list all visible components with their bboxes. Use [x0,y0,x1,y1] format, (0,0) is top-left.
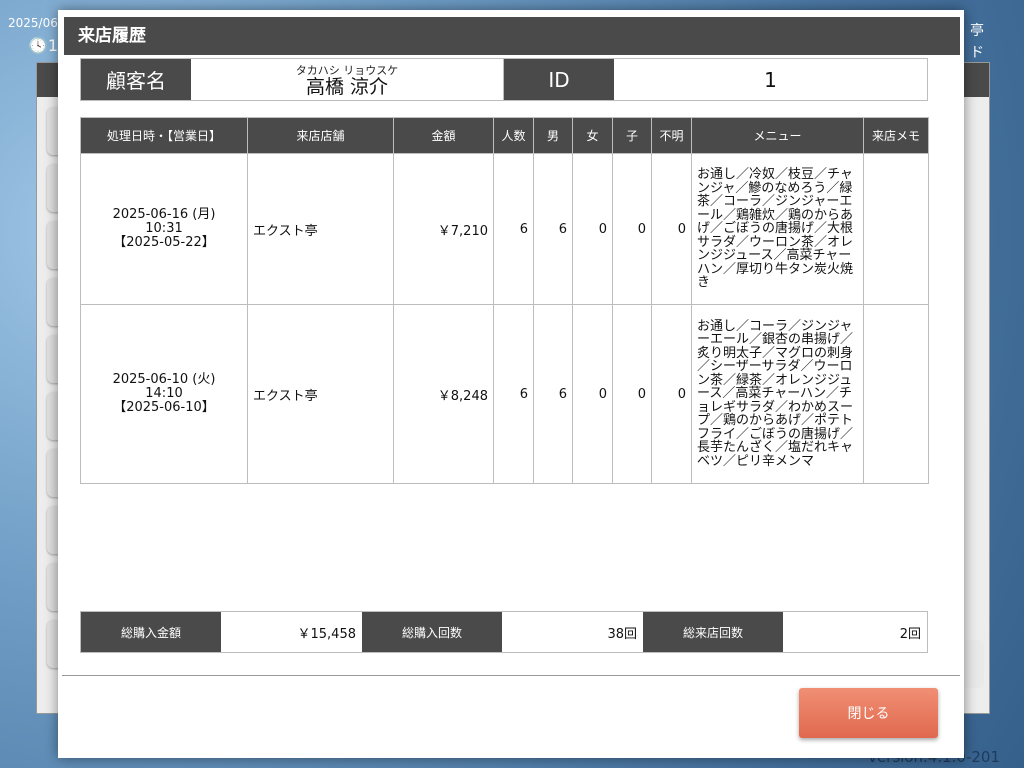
background-store-info: 亭 ド [970,20,984,64]
total-visit-count-label: 総来店回数 [643,612,783,652]
visit-history-table: 処理日時・【営業日】 来店店舗 金額 人数 男 女 子 不明 メニュー 来店メモ… [80,117,929,484]
total-purchase-count: 38回 [607,626,637,642]
table-header-row: 処理日時・【営業日】 来店店舗 金額 人数 男 女 子 不明 メニュー 来店メモ [80,117,929,154]
visit-memo [863,153,929,305]
visit-people: 6 [493,153,534,305]
visit-time: 14:10 [145,386,183,401]
visit-child: 0 [612,304,652,484]
footer-divider [62,675,960,676]
visit-menu: お通し／冷奴／枝豆／チャンジャ／鰺のなめろう／緑茶／コーラ／ジンジャーエール／鶏… [691,153,864,305]
business-day: 【2025-06-10】 [113,400,215,415]
visit-date: 2025-06-16 (月) [112,207,216,222]
customer-id: 1 [764,67,777,92]
visit-datetime-cell: 2025-06-16 (月) 10:31 【2025-05-22】 [80,153,248,305]
background-store-text: 亭 [970,23,984,39]
visit-child: 0 [612,153,652,305]
background-clock: 🕓1 [28,36,58,55]
visit-male: 6 [533,304,573,484]
header-menu: メニュー [691,117,864,154]
visit-amount: ￥7,210 [393,153,494,305]
total-purchase-amount-label: 総購入金額 [81,612,221,652]
visit-female: 0 [572,304,613,484]
table-row[interactable]: 2025-06-16 (月) 10:31 【2025-05-22】 エクスト亭 … [80,153,929,305]
close-button[interactable]: 閉じる [799,688,938,738]
visit-history-dialog: 来店履歴 顧客名 タカハシ リョウスケ 高橋 涼介 ID 1 処理日時・【営業日… [58,10,964,758]
visit-store: エクスト亭 [247,153,394,305]
total-visit-count: 2回 [899,626,921,642]
header-memo: 来店メモ [863,117,929,154]
background-mode-text: ド [970,45,984,61]
clock-icon: 🕓 [28,36,48,55]
business-day: 【2025-05-22】 [113,235,215,250]
visit-memo [863,304,929,484]
total-purchase-amount: ￥15,458 [297,626,357,642]
background-date: 2025/06 [8,16,58,30]
visit-datetime-cell: 2025-06-10 (火) 14:10 【2025-06-10】 [80,304,248,484]
totals-bar: 総購入金額 ￥15,458 総購入回数 38回 総来店回数 2回 [80,611,928,653]
customer-name: 高橋 涼介 [305,76,389,98]
visit-male: 6 [533,153,573,305]
header-female: 女 [572,117,613,154]
header-amount: 金額 [393,117,494,154]
visit-unknown: 0 [651,304,692,484]
header-unknown: 不明 [651,117,692,154]
customer-id-label: ID [504,59,614,100]
visit-amount: ￥8,248 [393,304,494,484]
visit-store: エクスト亭 [247,304,394,484]
customer-info: 顧客名 タカハシ リョウスケ 高橋 涼介 ID 1 [80,58,928,101]
visit-unknown: 0 [651,153,692,305]
background-clock-text: 1 [47,36,59,55]
header-people: 人数 [493,117,534,154]
customer-name-label: 顧客名 [81,59,191,100]
visit-female: 0 [572,153,613,305]
header-male: 男 [533,117,573,154]
visit-people: 6 [493,304,534,484]
table-row[interactable]: 2025-06-10 (火) 14:10 【2025-06-10】 エクスト亭 … [80,304,929,484]
dialog-title: 来店履歴 [64,17,960,55]
visit-time: 10:31 [145,221,183,236]
customer-name-cell: タカハシ リョウスケ 高橋 涼介 [191,59,504,100]
header-datetime: 処理日時・【営業日】 [80,117,248,154]
visit-menu: お通し／コーラ／ジンジャーエール／銀杏の串揚げ／炙り明太子／マグロの刺身／シーザ… [691,304,864,484]
header-child: 子 [612,117,652,154]
visit-date: 2025-06-10 (火) [112,372,216,387]
total-purchase-count-label: 総購入回数 [362,612,502,652]
header-store: 来店店舗 [247,117,394,154]
